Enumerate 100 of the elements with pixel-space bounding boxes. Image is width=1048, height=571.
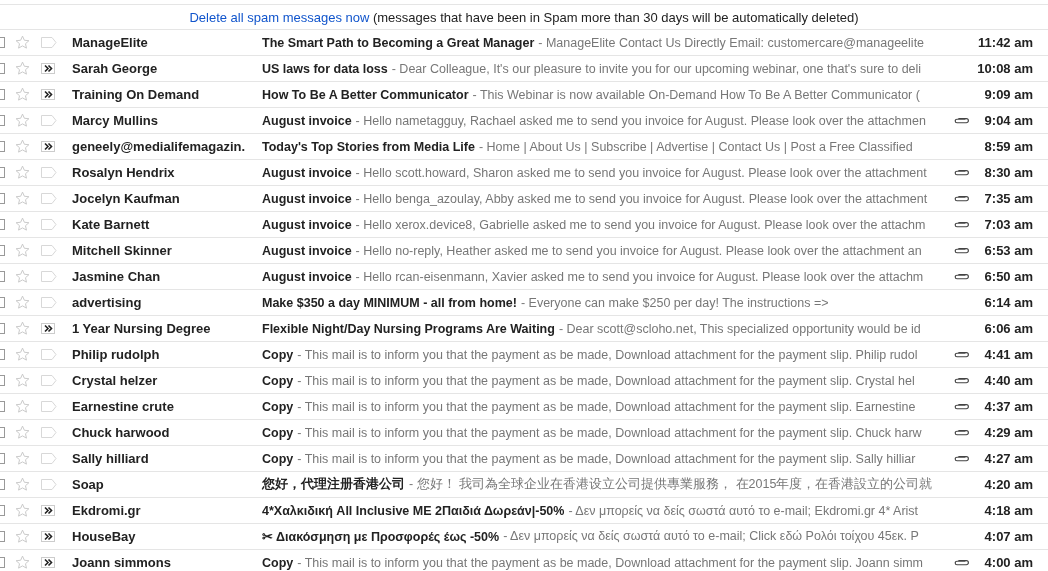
- star-icon[interactable]: [15, 35, 30, 50]
- email-time: 4:18 am: [983, 503, 1033, 518]
- email-snippet: - This mail is to inform you that the payment as be made, Download attachment for the payment slip. Joann simm: [297, 555, 923, 570]
- email-subject: Make $350 a day MINIMUM - all from home!: [262, 295, 517, 310]
- star-icon[interactable]: [15, 87, 30, 102]
- email-time: 6:50 am: [983, 269, 1033, 284]
- email-snippet: - This Webinar is now available On-Demand How To Be A Better Communicator (: [472, 87, 920, 102]
- star-icon[interactable]: [15, 61, 30, 76]
- importance-marker-icon[interactable]: [41, 167, 57, 178]
- star-icon[interactable]: [15, 477, 30, 492]
- star-icon[interactable]: [15, 217, 30, 232]
- email-time: 4:00 am: [983, 555, 1033, 570]
- star-icon[interactable]: [15, 165, 30, 180]
- star-icon[interactable]: [15, 191, 30, 206]
- sender-name: Ekdromi.gr: [72, 503, 142, 518]
- email-time: 4:27 am: [983, 451, 1033, 466]
- email-subject: August invoice: [262, 243, 352, 258]
- email-time: 9:04 am: [983, 113, 1033, 128]
- importance-marker-icon[interactable]: [41, 505, 57, 516]
- importance-marker-icon[interactable]: [41, 271, 57, 282]
- sender-name: Jocelyn Kaufman: [72, 191, 181, 206]
- email-time: 8:59 am: [983, 139, 1033, 154]
- email-snippet: - This mail is to inform you that the payment as be made, Download attachment for the payment slip. Chuck harw: [297, 425, 922, 440]
- star-icon[interactable]: [15, 347, 30, 362]
- importance-marker-icon[interactable]: [41, 37, 57, 48]
- delete-spam-link[interactable]: Delete all spam messages now: [189, 9, 370, 25]
- star-icon[interactable]: [15, 321, 30, 336]
- sender-name: Kate Barnett: [72, 217, 151, 232]
- sender-name: Marcy Mullins: [72, 113, 159, 128]
- email-snippet: - Hello nametagguy, Rachael asked me to send you invoice for August. Please look over the attachmen: [355, 113, 926, 128]
- star-icon[interactable]: [15, 425, 30, 440]
- importance-marker-icon[interactable]: [41, 323, 57, 334]
- email-subject: August invoice: [262, 269, 352, 284]
- email-time: 4:20 am: [983, 477, 1033, 492]
- sender-name: 1 Year Nursing Degree: [72, 321, 212, 336]
- importance-marker-icon[interactable]: [41, 453, 57, 464]
- email-snippet: - Hello rcan-eisenmann, Xavier asked me to send you invoice for August. Please look over the attachm: [355, 269, 924, 284]
- email-time: 7:03 am: [983, 217, 1033, 232]
- email-snippet: - Hello xerox.device8, Gabrielle asked me to send you invoice for August. Please look over the attachm: [355, 217, 926, 232]
- importance-marker-icon[interactable]: [41, 193, 57, 204]
- star-icon[interactable]: [15, 139, 30, 154]
- email-subject: August invoice: [262, 191, 352, 206]
- email-snippet: - This mail is to inform you that the payment as be made, Download attachment for the payment slip. Crystal hel: [297, 373, 915, 388]
- email-snippet: - Home | About Us | Subscribe | Advertise | Contact Us | Post a Free Classified: [478, 139, 913, 154]
- email-time: 4:29 am: [983, 425, 1033, 440]
- importance-marker-icon[interactable]: [41, 245, 57, 256]
- sender-name: ManageElite: [72, 35, 149, 50]
- sender-name: advertising: [72, 295, 143, 310]
- star-icon[interactable]: [15, 529, 30, 544]
- importance-marker-icon[interactable]: [41, 63, 57, 74]
- email-subject: Copy: [262, 373, 294, 388]
- email-time: 6:06 am: [983, 321, 1033, 336]
- email-time: 4:40 am: [983, 373, 1033, 388]
- importance-marker-icon[interactable]: [41, 349, 57, 360]
- star-icon[interactable]: [15, 555, 30, 570]
- email-time: 11:42 am: [977, 35, 1033, 50]
- email-subject: Copy: [262, 399, 294, 414]
- star-icon[interactable]: [15, 451, 30, 466]
- email-time: 9:09 am: [983, 87, 1033, 102]
- sender-name: Sally hilliard: [72, 451, 150, 466]
- importance-marker-icon[interactable]: [41, 557, 57, 568]
- star-icon[interactable]: [15, 399, 30, 414]
- email-subject: 4*Χαλκιδική All Inclusive ΜΕ 2Παιδιά Δωρεάν|-50%: [262, 503, 565, 518]
- importance-marker-icon[interactable]: [41, 141, 57, 152]
- importance-marker-icon[interactable]: [41, 89, 57, 100]
- importance-marker-icon[interactable]: [41, 401, 57, 412]
- sender-name: Joann simmons: [72, 555, 172, 570]
- email-snippet: - This mail is to inform you that the payment as be made, Download attachment for the payment slip. Philip rudol: [297, 347, 918, 362]
- sender-name: Soap: [72, 477, 105, 492]
- email-subject: Copy: [262, 555, 294, 570]
- star-icon[interactable]: [15, 269, 30, 284]
- star-icon[interactable]: [15, 373, 30, 388]
- importance-marker-icon[interactable]: [41, 297, 57, 308]
- email-time: 6:53 am: [983, 243, 1033, 258]
- email-snippet: - Hello no-reply, Heather asked me to send you invoice for August. Please look over the attachment an: [355, 243, 922, 258]
- email-time: 8:30 am: [983, 165, 1033, 180]
- email-time: 10:08 am: [976, 61, 1033, 76]
- importance-marker-icon[interactable]: [41, 115, 57, 126]
- star-icon[interactable]: [15, 113, 30, 128]
- email-time: 4:41 am: [983, 347, 1033, 362]
- importance-marker-icon[interactable]: [41, 531, 57, 542]
- star-icon[interactable]: [15, 295, 30, 310]
- email-subject: 您好，代理注册香港公司: [262, 476, 405, 493]
- email-snippet: - This mail is to inform you that the payment as be made, Download attachment for the payment slip. Earnestine: [297, 399, 916, 414]
- email-subject: Copy: [262, 451, 294, 466]
- sender-name: Chuck harwood: [72, 425, 171, 440]
- email-snippet: - Everyone can make $250 per day! The instructions =>: [520, 295, 829, 310]
- star-icon[interactable]: [15, 503, 30, 518]
- importance-marker-icon[interactable]: [41, 375, 57, 386]
- email-snippet: - Dear scott@scloho.net, This specialized opportunity would be id: [558, 321, 921, 336]
- email-subject: The Smart Path to Becoming a Great Manager: [262, 35, 535, 50]
- importance-marker-icon[interactable]: [41, 427, 57, 438]
- importance-marker-icon[interactable]: [41, 219, 57, 230]
- importance-marker-icon[interactable]: [41, 479, 57, 490]
- star-icon[interactable]: [15, 243, 30, 258]
- sender-name: Sarah George: [72, 61, 159, 76]
- email-time: 4:37 am: [983, 399, 1033, 414]
- email-subject: Flexible Night/Day Nursing Programs Are Waiting: [262, 321, 555, 336]
- sender-name: HouseBay: [72, 529, 137, 544]
- sender-name: Jasmine Chan: [72, 269, 162, 284]
